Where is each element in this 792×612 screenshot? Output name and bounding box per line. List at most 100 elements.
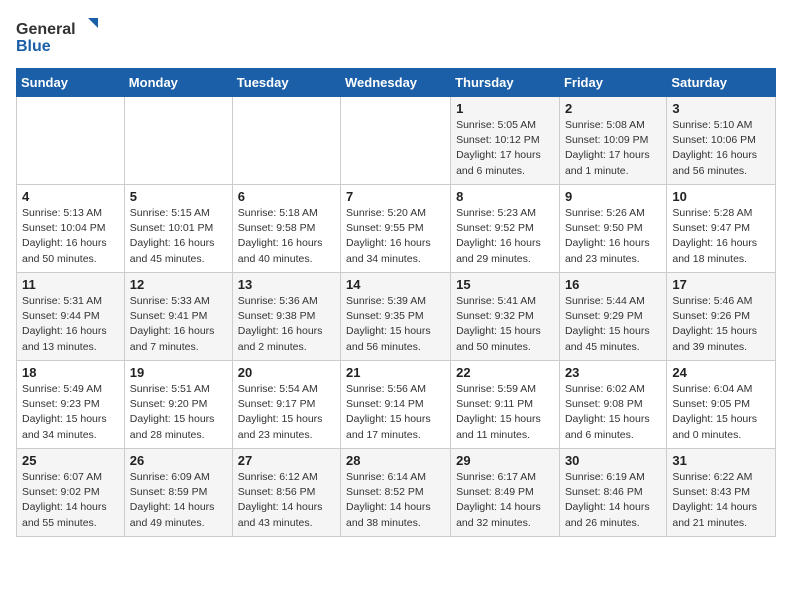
day-detail: Sunrise: 5:49 AMSunset: 9:23 PMDaylight:… [22,382,119,443]
page-header: GeneralBlue [16,16,776,56]
week-row-1: 1 Sunrise: 5:05 AMSunset: 10:12 PMDayligh… [17,97,776,185]
calendar-cell: 18 Sunrise: 5:49 AMSunset: 9:23 PMDayligh… [17,361,125,449]
day-detail: Sunrise: 6:12 AMSunset: 8:56 PMDaylight:… [238,470,335,531]
day-detail: Sunrise: 6:19 AMSunset: 8:46 PMDaylight:… [565,470,661,531]
day-detail: Sunrise: 5:10 AMSunset: 10:06 PMDaylight… [672,118,770,179]
calendar-cell: 27 Sunrise: 6:12 AMSunset: 8:56 PMDayligh… [232,449,340,537]
header-cell-friday: Friday [559,69,666,97]
calendar-cell: 9 Sunrise: 5:26 AMSunset: 9:50 PMDaylight… [559,185,666,273]
day-number: 17 [672,277,770,292]
day-detail: Sunrise: 5:20 AMSunset: 9:55 PMDaylight:… [346,206,445,267]
calendar-cell: 3Sunrise: 5:10 AMSunset: 10:06 PMDayligh… [667,97,776,185]
day-detail: Sunrise: 5:05 AMSunset: 10:12 PMDaylight… [456,118,554,179]
day-number: 21 [346,365,445,380]
calendar-cell: 7 Sunrise: 5:20 AMSunset: 9:55 PMDaylight… [341,185,451,273]
day-detail: Sunrise: 5:33 AMSunset: 9:41 PMDaylight:… [130,294,227,355]
calendar-cell: 6 Sunrise: 5:18 AMSunset: 9:58 PMDaylight… [232,185,340,273]
week-row-3: 11 Sunrise: 5:31 AMSunset: 9:44 PMDayligh… [17,273,776,361]
day-number: 27 [238,453,335,468]
day-number: 25 [22,453,119,468]
calendar-cell: 8 Sunrise: 5:23 AMSunset: 9:52 PMDaylight… [451,185,560,273]
header-cell-monday: Monday [124,69,232,97]
calendar-cell: 26 Sunrise: 6:09 AMSunset: 8:59 PMDayligh… [124,449,232,537]
calendar-cell: 14Sunrise: 5:39 AMSunset: 9:35 PMDayligh… [341,273,451,361]
day-number: 18 [22,365,119,380]
day-detail: Sunrise: 5:36 AMSunset: 9:38 PMDaylight:… [238,294,335,355]
day-detail: Sunrise: 5:54 AMSunset: 9:17 PMDaylight:… [238,382,335,443]
header-cell-saturday: Saturday [667,69,776,97]
calendar-cell: 20 Sunrise: 5:54 AMSunset: 9:17 PMDayligh… [232,361,340,449]
calendar-cell: 19Sunrise: 5:51 AMSunset: 9:20 PMDayligh… [124,361,232,449]
header-row: SundayMondayTuesdayWednesdayThursdayFrid… [17,69,776,97]
day-detail: Sunrise: 6:14 AMSunset: 8:52 PMDaylight:… [346,470,445,531]
calendar-cell: 24 Sunrise: 6:04 AMSunset: 9:05 PMDayligh… [667,361,776,449]
day-detail: Sunrise: 5:59 AMSunset: 9:11 PMDaylight:… [456,382,554,443]
day-number: 20 [238,365,335,380]
day-detail: Sunrise: 5:23 AMSunset: 9:52 PMDaylight:… [456,206,554,267]
svg-text:General: General [16,21,76,38]
day-number: 29 [456,453,554,468]
day-number: 28 [346,453,445,468]
day-number: 5 [130,189,227,204]
day-detail: Sunrise: 5:15 AMSunset: 10:01 PMDaylight… [130,206,227,267]
day-number: 6 [238,189,335,204]
calendar-cell: 28 Sunrise: 6:14 AMSunset: 8:52 PMDayligh… [341,449,451,537]
day-number: 9 [565,189,661,204]
calendar-cell: 16 Sunrise: 5:44 AMSunset: 9:29 PMDayligh… [559,273,666,361]
calendar-cell: 11 Sunrise: 5:31 AMSunset: 9:44 PMDayligh… [17,273,125,361]
day-number: 8 [456,189,554,204]
day-detail: Sunrise: 5:46 AMSunset: 9:26 PMDaylight:… [672,294,770,355]
calendar-cell: 13Sunrise: 5:36 AMSunset: 9:38 PMDayligh… [232,273,340,361]
day-number: 15 [456,277,554,292]
calendar-cell [17,97,125,185]
day-number: 2 [565,101,661,116]
day-detail: Sunrise: 6:02 AMSunset: 9:08 PMDaylight:… [565,382,661,443]
day-number: 4 [22,189,119,204]
day-number: 16 [565,277,661,292]
day-detail: Sunrise: 6:04 AMSunset: 9:05 PMDaylight:… [672,382,770,443]
calendar-cell: 4 Sunrise: 5:13 AMSunset: 10:04 PMDayligh… [17,185,125,273]
header-cell-thursday: Thursday [451,69,560,97]
calendar-cell: 17 Sunrise: 5:46 AMSunset: 9:26 PMDayligh… [667,273,776,361]
day-detail: Sunrise: 5:28 AMSunset: 9:47 PMDaylight:… [672,206,770,267]
day-number: 10 [672,189,770,204]
day-detail: Sunrise: 5:56 AMSunset: 9:14 PMDaylight:… [346,382,445,443]
calendar-cell: 12 Sunrise: 5:33 AMSunset: 9:41 PMDayligh… [124,273,232,361]
day-number: 7 [346,189,445,204]
day-number: 1 [456,101,554,116]
calendar-cell: 21 Sunrise: 5:56 AMSunset: 9:14 PMDayligh… [341,361,451,449]
day-number: 24 [672,365,770,380]
calendar-cell: 31 Sunrise: 6:22 AMSunset: 8:43 PMDayligh… [667,449,776,537]
day-detail: Sunrise: 6:22 AMSunset: 8:43 PMDaylight:… [672,470,770,531]
calendar-cell: 23 Sunrise: 6:02 AMSunset: 9:08 PMDayligh… [559,361,666,449]
calendar-cell: 5 Sunrise: 5:15 AMSunset: 10:01 PMDayligh… [124,185,232,273]
calendar-cell: 30 Sunrise: 6:19 AMSunset: 8:46 PMDayligh… [559,449,666,537]
day-number: 23 [565,365,661,380]
calendar-cell: 25 Sunrise: 6:07 AMSunset: 9:02 PMDayligh… [17,449,125,537]
day-detail: Sunrise: 5:13 AMSunset: 10:04 PMDaylight… [22,206,119,267]
day-number: 30 [565,453,661,468]
day-detail: Sunrise: 5:31 AMSunset: 9:44 PMDaylight:… [22,294,119,355]
week-row-4: 18 Sunrise: 5:49 AMSunset: 9:23 PMDayligh… [17,361,776,449]
day-detail: Sunrise: 6:17 AMSunset: 8:49 PMDaylight:… [456,470,554,531]
day-detail: Sunrise: 6:07 AMSunset: 9:02 PMDaylight:… [22,470,119,531]
calendar-cell [124,97,232,185]
day-detail: Sunrise: 5:39 AMSunset: 9:35 PMDaylight:… [346,294,445,355]
day-detail: Sunrise: 5:44 AMSunset: 9:29 PMDaylight:… [565,294,661,355]
svg-text:Blue: Blue [16,38,51,55]
day-number: 26 [130,453,227,468]
week-row-5: 25 Sunrise: 6:07 AMSunset: 9:02 PMDayligh… [17,449,776,537]
day-number: 31 [672,453,770,468]
day-detail: Sunrise: 6:09 AMSunset: 8:59 PMDaylight:… [130,470,227,531]
header-cell-tuesday: Tuesday [232,69,340,97]
logo-icon: GeneralBlue [16,16,106,56]
day-detail: Sunrise: 5:26 AMSunset: 9:50 PMDaylight:… [565,206,661,267]
calendar-cell [341,97,451,185]
day-number: 11 [22,277,119,292]
day-detail: Sunrise: 5:18 AMSunset: 9:58 PMDaylight:… [238,206,335,267]
header-cell-wednesday: Wednesday [341,69,451,97]
day-detail: Sunrise: 5:08 AMSunset: 10:09 PMDaylight… [565,118,661,179]
calendar-cell: 10 Sunrise: 5:28 AMSunset: 9:47 PMDayligh… [667,185,776,273]
calendar-cell: 29 Sunrise: 6:17 AMSunset: 8:49 PMDayligh… [451,449,560,537]
day-number: 12 [130,277,227,292]
